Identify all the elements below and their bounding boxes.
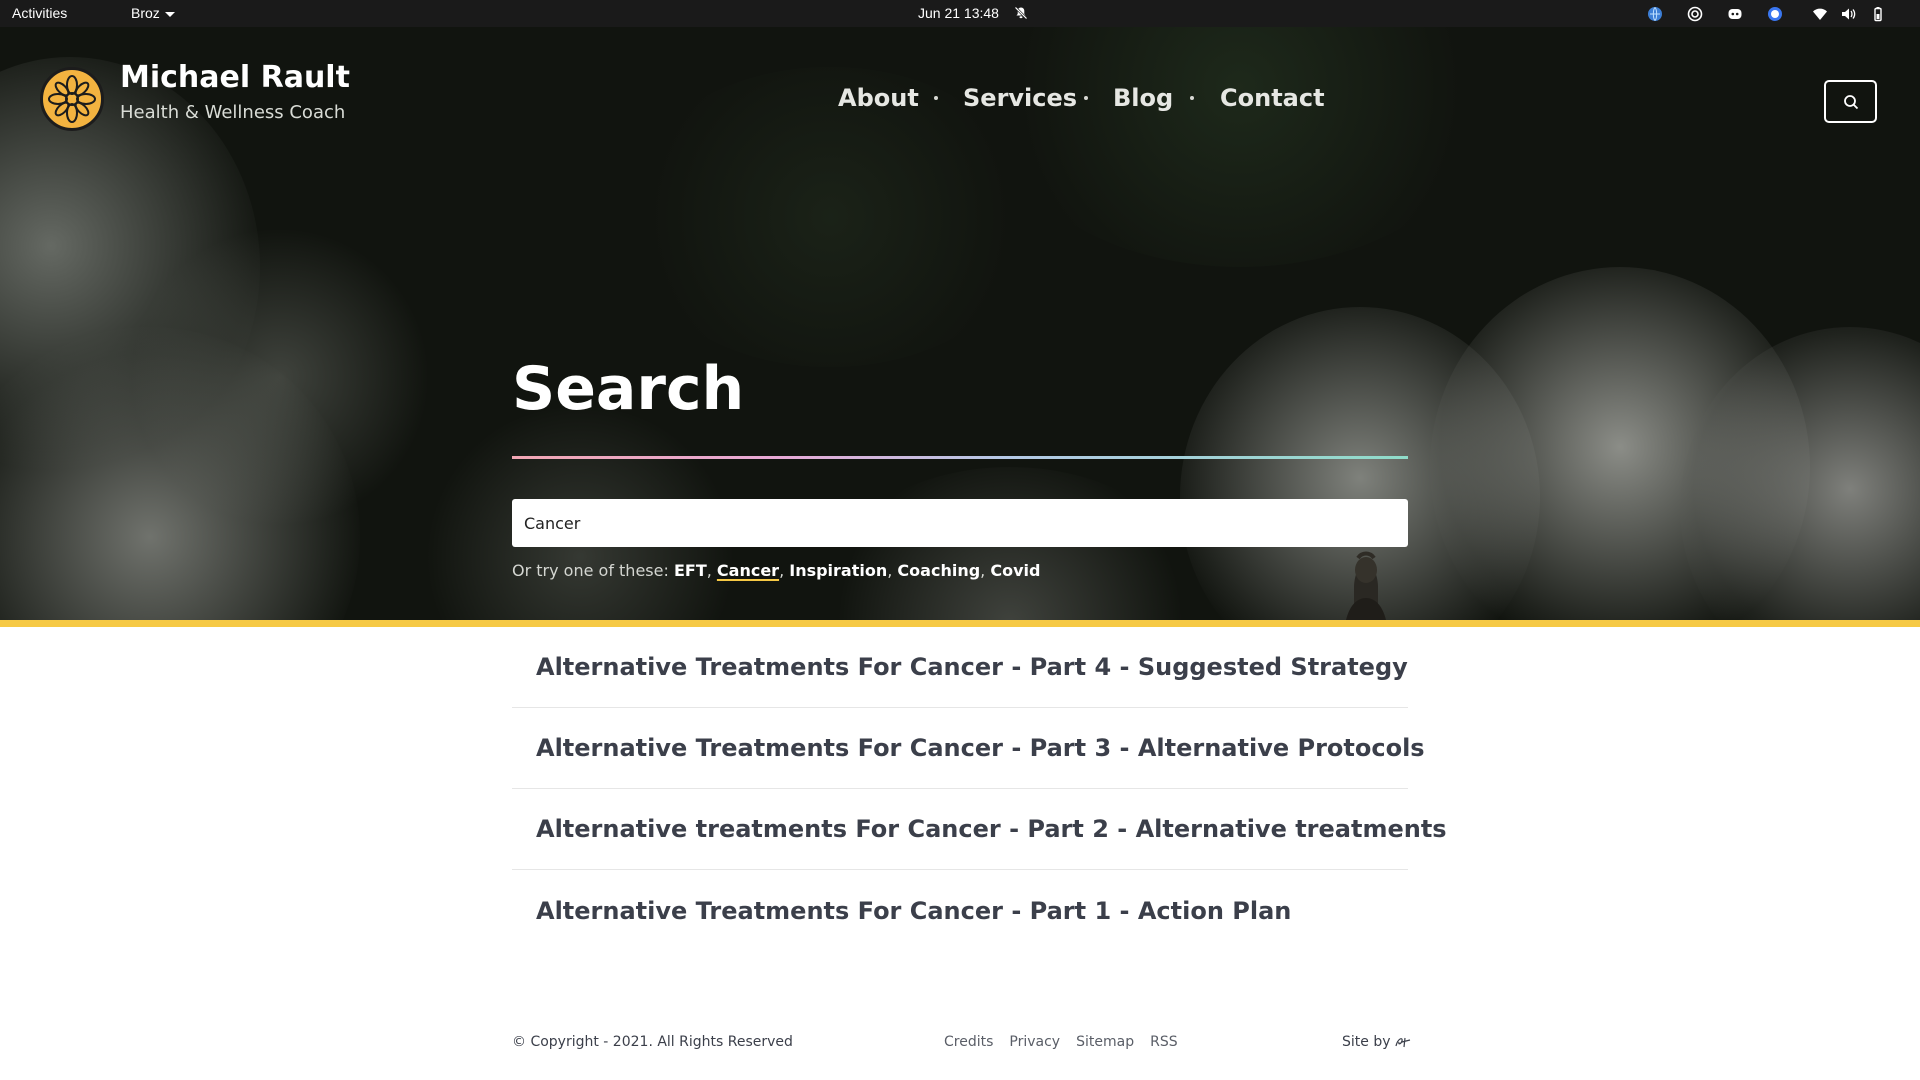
suggestion-inspiration[interactable]: Inspiration — [789, 561, 887, 580]
footer-site-by[interactable]: Site by — [1342, 1034, 1412, 1050]
system-top-bar: Activities Broz Jun 21 13:48 — [0, 0, 1920, 27]
app-menu-label: Broz — [131, 5, 160, 21]
wifi-icon[interactable] — [1812, 6, 1828, 22]
nav-separator-dot — [1084, 96, 1088, 100]
search-suggestions: Or try one of these: EFT, Cancer, Inspir… — [512, 561, 1040, 580]
globe-icon[interactable] — [1647, 6, 1663, 22]
suggestions-prefix: Or try one of these: — [512, 561, 674, 580]
search-icon — [1844, 95, 1859, 110]
footer-link-rss[interactable]: RSS — [1150, 1034, 1178, 1050]
activities-button[interactable]: Activities — [12, 0, 67, 27]
title-divider — [512, 456, 1408, 459]
search-result-link[interactable]: Alternative Treatments For Cancer - Part… — [536, 653, 1408, 681]
search-result-link[interactable]: Alternative treatments For Cancer - Part… — [536, 815, 1447, 843]
nav-link-label: Blog — [1113, 84, 1174, 112]
suggestion-separator: , — [887, 561, 898, 580]
nav-separator-dot — [1190, 96, 1194, 100]
search-result-item: Alternative Treatments For Cancer - Part… — [512, 627, 1408, 708]
nav-item-services[interactable]: Services — [963, 82, 1077, 114]
site-by-label: Site by — [1342, 1034, 1391, 1050]
search-result-link[interactable]: Alternative Treatments For Cancer - Part… — [536, 734, 1425, 762]
developer-signature-logo — [1394, 1037, 1410, 1048]
footer-link-sitemap[interactable]: Sitemap — [1076, 1034, 1134, 1050]
nav-separator-dot — [934, 96, 938, 100]
discord-icon[interactable] — [1727, 6, 1743, 22]
footer-links: Credits Privacy Sitemap RSS — [944, 1034, 1194, 1050]
page-title: Search — [512, 354, 745, 424]
suggestion-coaching[interactable]: Coaching — [897, 561, 980, 580]
search-result-item: Alternative treatments For Cancer - Part… — [512, 789, 1447, 870]
bokeh-light — [130, 227, 430, 527]
suggestion-separator: , — [706, 561, 717, 580]
search-result-item: Alternative Treatments For Cancer - Part… — [512, 870, 1408, 951]
target-icon[interactable] — [1687, 6, 1703, 22]
bokeh-dark-green — [980, 27, 1500, 267]
nav-item-contact[interactable]: Contact — [1220, 82, 1325, 114]
search-result-item: Alternative Treatments For Cancer - Part… — [512, 708, 1425, 789]
search-result-link[interactable]: Alternative Treatments For Cancer - Part… — [536, 897, 1291, 925]
clock[interactable]: Jun 21 13:48 — [918, 0, 999, 27]
nav-link-label: About — [838, 84, 919, 112]
site-tagline: Health & Wellness Coach — [120, 102, 346, 123]
suggestion-eft[interactable]: EFT — [674, 561, 707, 580]
nav-item-about[interactable]: About — [838, 82, 919, 114]
signal-icon[interactable] — [1767, 6, 1783, 22]
suggestion-cancer[interactable]: Cancer — [717, 561, 779, 580]
nav-link-label: Contact — [1220, 84, 1325, 112]
nav-link-label: Services — [963, 84, 1078, 112]
site-title[interactable]: Michael Rault — [120, 60, 350, 95]
app-menu[interactable]: Broz — [131, 0, 175, 27]
search-input[interactable] — [512, 499, 1408, 547]
suggestion-covid[interactable]: Covid — [990, 561, 1040, 580]
accent-bar — [0, 620, 1920, 627]
suggestion-separator: , — [980, 561, 991, 580]
nav-item-blog[interactable]: Blog — [1113, 82, 1173, 114]
footer-copyright: © Copyright - 2021. All Rights Reserved — [512, 1034, 793, 1050]
search-toggle-button[interactable] — [1824, 80, 1877, 123]
mandala-logo-icon[interactable] — [40, 67, 104, 131]
notifications-muted-icon — [1014, 6, 1028, 20]
battery-icon[interactable] — [1870, 6, 1886, 22]
volume-icon[interactable] — [1840, 6, 1856, 22]
suggestion-separator: , — [779, 561, 790, 580]
buddha-statue-image — [1346, 551, 1386, 620]
chevron-down-icon — [164, 11, 175, 17]
footer-link-credits[interactable]: Credits — [944, 1034, 993, 1050]
footer-link-privacy[interactable]: Privacy — [1009, 1034, 1060, 1050]
search-results-list: Alternative Treatments For Cancer - Part… — [512, 627, 1447, 951]
